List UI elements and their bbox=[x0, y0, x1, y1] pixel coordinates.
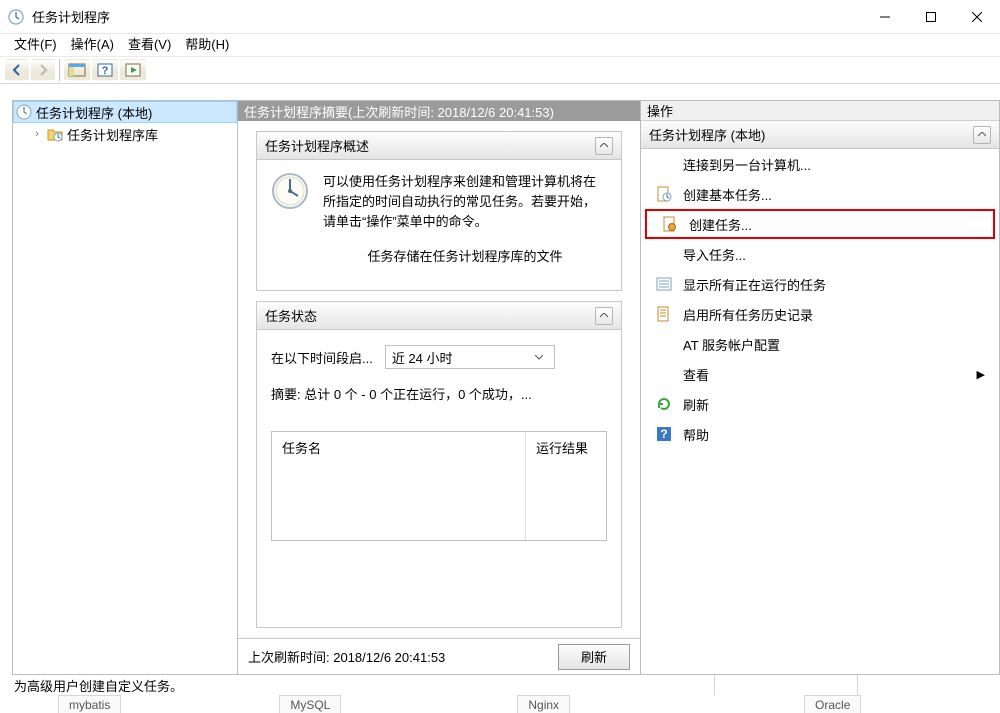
task-list: 任务名 运行结果 bbox=[271, 431, 607, 541]
toolbar-run-button[interactable] bbox=[120, 59, 146, 81]
actions-pane: 操作 任务计划程序 (本地) 连接到另一台计算机... 创建基本任务... 创建… bbox=[641, 101, 999, 674]
bg-tab[interactable]: Nginx bbox=[517, 695, 570, 713]
blank-icon bbox=[655, 245, 673, 263]
maximize-button[interactable] bbox=[908, 1, 954, 32]
blank-icon bbox=[655, 155, 673, 173]
bg-tab[interactable]: MySQL bbox=[279, 695, 341, 713]
actions-group-title: 任务计划程序 (本地) bbox=[649, 125, 765, 144]
back-button[interactable] bbox=[5, 59, 29, 81]
col-task-name[interactable]: 任务名 bbox=[272, 432, 526, 540]
doc-clock-icon bbox=[655, 185, 673, 203]
refresh-icon bbox=[655, 395, 673, 413]
col-run-result[interactable]: 运行结果 bbox=[526, 432, 606, 540]
menu-help[interactable]: 帮助(H) bbox=[185, 34, 229, 53]
menu-file[interactable]: 文件(F) bbox=[14, 34, 57, 53]
actions-pane-title: 操作 bbox=[641, 101, 999, 121]
title-bar: 任务计划程序 bbox=[0, 0, 1000, 34]
svg-text:?: ? bbox=[660, 427, 667, 441]
status-range-label: 在以下时间段启... bbox=[271, 348, 373, 367]
action-label: 创建基本任务... bbox=[683, 185, 772, 204]
actions-group-head[interactable]: 任务计划程序 (本地) bbox=[641, 121, 999, 149]
bg-tab[interactable]: mybatis bbox=[58, 695, 121, 713]
menu-bar: 文件(F) 操作(A) 查看(V) 帮助(H) bbox=[0, 34, 1000, 56]
tree-root-label: 任务计划程序 (本地) bbox=[36, 103, 152, 122]
background-tabs: mybatis MySQL Nginx Oracle bbox=[0, 695, 1000, 713]
action-view-submenu[interactable]: 查看 ▶ bbox=[641, 359, 999, 389]
action-enable-history[interactable]: 启用所有任务历史记录 bbox=[641, 299, 999, 329]
workspace: 任务计划程序 (本地) › 任务计划程序库 任务计划程序摘要(上次刷新时间: 2… bbox=[12, 100, 1000, 675]
forward-button[interactable] bbox=[31, 59, 55, 81]
tree-child[interactable]: › 任务计划程序库 bbox=[13, 123, 237, 145]
menu-view[interactable]: 查看(V) bbox=[128, 34, 171, 53]
action-at-service-account[interactable]: AT 服务帐户配置 bbox=[641, 329, 999, 359]
center-footer: 上次刷新时间: 2018/12/6 20:41:53 刷新 bbox=[238, 638, 640, 674]
last-refresh-label: 上次刷新时间: 2018/12/6 20:41:53 bbox=[248, 647, 445, 666]
collapse-icon[interactable] bbox=[595, 137, 613, 155]
window-title: 任务计划程序 bbox=[32, 7, 110, 26]
overview-text: 可以使用任务计划程序来创建和管理计算机将在所指定的时间自动执行的常见任务。若要开… bbox=[323, 172, 607, 232]
toolbar-help-button[interactable]: ? bbox=[92, 59, 118, 81]
svg-text:?: ? bbox=[102, 65, 109, 77]
close-button[interactable] bbox=[954, 1, 1000, 32]
action-label: 帮助 bbox=[683, 425, 709, 444]
status-title: 任务状态 bbox=[265, 306, 317, 325]
overview-section: 任务计划程序概述 可以使用任务计划程序来创建和管理计算机将在所指定的时间自动执行… bbox=[256, 131, 622, 291]
action-label: 连接到另一台计算机... bbox=[683, 155, 811, 174]
status-bar: 为高级用户创建自定义任务。 bbox=[12, 675, 1000, 695]
folder-clock-icon bbox=[47, 126, 63, 142]
collapse-icon[interactable] bbox=[973, 126, 991, 144]
minimize-button[interactable] bbox=[862, 1, 908, 32]
tree-root[interactable]: 任务计划程序 (本地) bbox=[13, 101, 237, 123]
action-create-task[interactable]: 创建任务... bbox=[645, 209, 995, 239]
center-header: 任务计划程序摘要(上次刷新时间: 2018/12/6 20:41:53) bbox=[238, 101, 640, 121]
overview-tail: 任务存储在任务计划程序库的文件 bbox=[323, 246, 607, 265]
chevron-right-icon: ▶ bbox=[977, 368, 985, 381]
overview-title: 任务计划程序概述 bbox=[265, 136, 369, 155]
toolbar: ? bbox=[0, 56, 1000, 84]
action-label: 启用所有任务历史记录 bbox=[683, 305, 813, 324]
action-label: 显示所有正在运行的任务 bbox=[683, 275, 826, 294]
collapse-icon[interactable] bbox=[595, 307, 613, 325]
status-bar-text: 为高级用户创建自定义任务。 bbox=[14, 676, 183, 695]
refresh-button[interactable]: 刷新 bbox=[558, 644, 630, 670]
blank-icon bbox=[655, 365, 673, 383]
overview-header[interactable]: 任务计划程序概述 bbox=[257, 132, 621, 160]
action-connect-computer[interactable]: 连接到另一台计算机... bbox=[641, 149, 999, 179]
bg-tab[interactable]: Oracle bbox=[804, 695, 861, 713]
action-label: 导入任务... bbox=[683, 245, 746, 264]
nav-tree-pane: 任务计划程序 (本地) › 任务计划程序库 bbox=[13, 101, 238, 674]
tree-child-label: 任务计划程序库 bbox=[67, 125, 158, 144]
status-section: 任务状态 在以下时间段启... 近 24 小时 摘要: 总计 0 个 - 0 个… bbox=[256, 301, 622, 628]
doc-gear-icon bbox=[661, 215, 679, 233]
action-show-running-tasks[interactable]: 显示所有正在运行的任务 bbox=[641, 269, 999, 299]
status-summary: 摘要: 总计 0 个 - 0 个正在运行，0 个成功，... bbox=[271, 384, 607, 403]
dropdown-value: 近 24 小时 bbox=[392, 348, 453, 367]
action-import-task[interactable]: 导入任务... bbox=[641, 239, 999, 269]
action-label: AT 服务帐户配置 bbox=[683, 335, 780, 354]
clock-icon bbox=[16, 104, 32, 120]
menu-action[interactable]: 操作(A) bbox=[71, 34, 114, 53]
toolbar-pane-button[interactable] bbox=[64, 59, 90, 81]
blank-icon bbox=[655, 335, 673, 353]
chevron-down-icon bbox=[530, 355, 548, 360]
help-icon: ? bbox=[655, 425, 673, 443]
action-label: 创建任务... bbox=[689, 215, 752, 234]
center-pane: 任务计划程序摘要(上次刷新时间: 2018/12/6 20:41:53) 任务计… bbox=[238, 101, 641, 674]
expand-icon[interactable]: › bbox=[31, 128, 43, 140]
action-create-basic-task[interactable]: 创建基本任务... bbox=[641, 179, 999, 209]
action-refresh[interactable]: 刷新 bbox=[641, 389, 999, 419]
status-header[interactable]: 任务状态 bbox=[257, 302, 621, 330]
list-icon bbox=[655, 275, 673, 293]
action-help[interactable]: ? 帮助 bbox=[641, 419, 999, 449]
app-clock-icon bbox=[8, 9, 24, 25]
action-label: 刷新 bbox=[683, 395, 709, 414]
large-clock-icon bbox=[271, 172, 309, 210]
action-label: 查看 bbox=[683, 365, 709, 384]
status-range-dropdown[interactable]: 近 24 小时 bbox=[385, 345, 555, 369]
doc-enable-icon bbox=[655, 305, 673, 323]
